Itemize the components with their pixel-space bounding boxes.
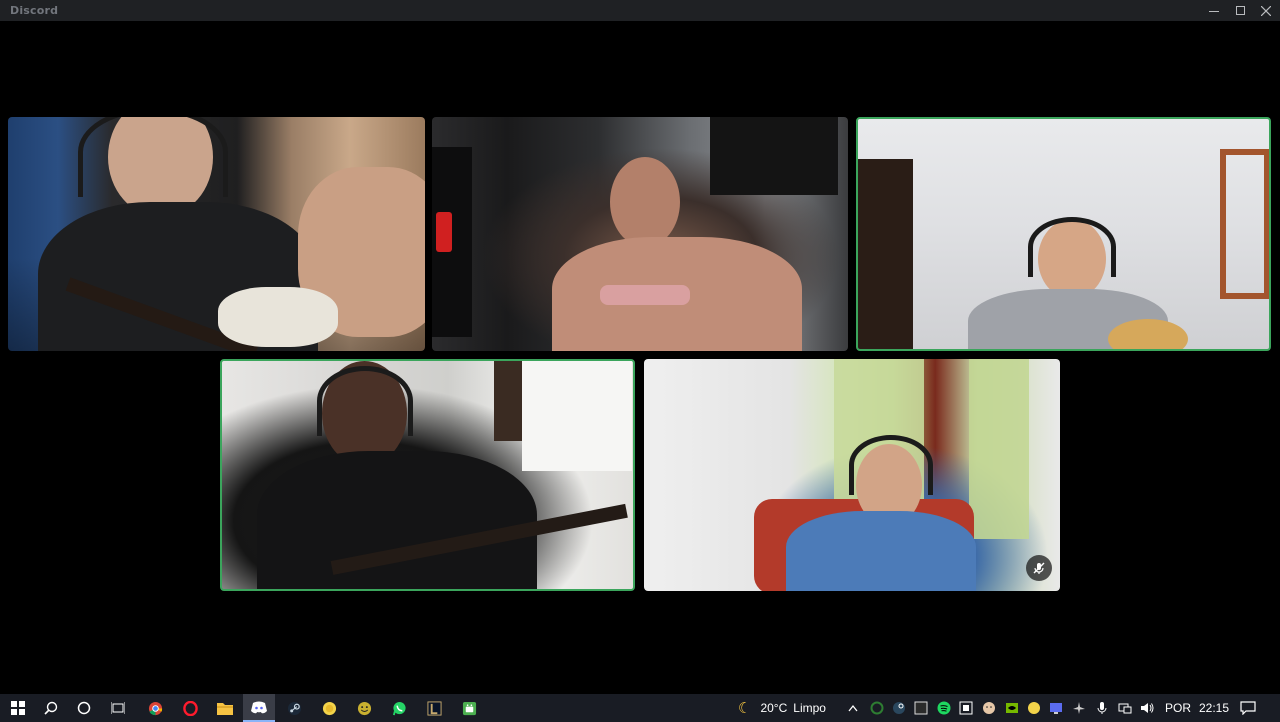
android-icon: [462, 701, 476, 715]
nvidia-ring-icon[interactable]: [870, 701, 884, 715]
taskbar-android-app[interactable]: [453, 694, 485, 722]
weather-temperature: 20°C: [760, 701, 788, 715]
video-tile-2[interactable]: [432, 117, 848, 351]
taskbar-league-of-legends[interactable]: [418, 694, 450, 722]
league-icon: [426, 700, 442, 716]
video-tile-1[interactable]: [8, 117, 425, 351]
chevron-up-icon: [848, 704, 858, 712]
clock-time: 22:15: [1199, 701, 1230, 715]
taskbar-app-smiley[interactable]: [348, 694, 380, 722]
muted-badge: [1026, 555, 1052, 581]
taskbar-chrome[interactable]: [139, 694, 171, 722]
network-icon[interactable]: [1118, 701, 1132, 715]
language-indicator[interactable]: POR: [1165, 694, 1191, 722]
window-frame: [1220, 149, 1269, 299]
folder-icon: [217, 703, 233, 715]
maximize-icon: [1235, 6, 1245, 15]
search-icon: [44, 701, 58, 715]
search-button[interactable]: [35, 694, 67, 722]
task-view-icon: [111, 702, 125, 714]
windows-icon: [11, 701, 25, 715]
steam-icon: [287, 701, 301, 715]
headset-icon: [317, 366, 413, 436]
minimize-icon: [1209, 11, 1219, 12]
display-icon[interactable]: [1049, 701, 1063, 715]
airplane-icon[interactable]: [1072, 701, 1086, 715]
app-title: Discord: [10, 4, 59, 17]
mic-muted-icon: [1033, 562, 1045, 574]
volume-icon[interactable]: [1140, 701, 1154, 715]
moon-icon: ☾: [738, 700, 752, 717]
minimize-button[interactable]: [1200, 0, 1228, 21]
window-shutter: [710, 117, 838, 195]
taskbar-whatsapp[interactable]: [383, 694, 415, 722]
weather-description: Limpo: [793, 701, 826, 715]
nvidia-icon[interactable]: [1005, 701, 1019, 715]
weather-widget[interactable]: ☾ 20°C Limpo: [738, 694, 826, 722]
close-icon: [1261, 5, 1271, 16]
taskbar-file-explorer[interactable]: [209, 694, 241, 722]
participant-body: [786, 511, 976, 591]
participant-body: [257, 451, 537, 589]
spotify-icon[interactable]: [937, 701, 951, 715]
headset-icon: [1028, 217, 1116, 277]
smiley-tray-icon[interactable]: [1027, 701, 1041, 715]
participant-head: [610, 157, 680, 247]
language-label: POR: [1165, 701, 1192, 715]
discord-icon: [251, 701, 267, 713]
notification-icon: [1240, 701, 1256, 715]
headset-icon: [849, 435, 933, 495]
chrome-icon: [148, 701, 162, 715]
cortana-icon: [77, 701, 91, 715]
guitar-icon: [1108, 319, 1188, 349]
maximize-button[interactable]: [1226, 0, 1254, 21]
notifications-button[interactable]: [1240, 694, 1256, 722]
opera-icon: [182, 700, 198, 716]
taskbar: ☾ 20°C Limpo POR 22:15: [0, 694, 1280, 722]
whatsapp-icon: [392, 701, 406, 715]
door: [858, 159, 913, 349]
network-app-icon[interactable]: [959, 701, 973, 715]
close-button[interactable]: [1252, 0, 1280, 21]
taskbar-opera[interactable]: [174, 694, 206, 722]
microphone-icon: [600, 285, 690, 305]
curtain: [522, 361, 632, 471]
clock[interactable]: 22:15: [1199, 694, 1229, 722]
video-tile-5[interactable]: [644, 359, 1060, 591]
face-app-icon[interactable]: [982, 701, 996, 715]
title-bar: Discord: [0, 0, 1280, 21]
start-button[interactable]: [2, 694, 34, 722]
taskbar-discord[interactable]: [243, 694, 275, 722]
pickguard: [218, 287, 338, 347]
taskbar-app-yellow[interactable]: [313, 694, 345, 722]
video-tile-3[interactable]: [856, 117, 1271, 351]
microphone-tray-icon[interactable]: [1095, 701, 1109, 715]
show-hidden-icons-button[interactable]: [848, 694, 858, 722]
coin-icon: [322, 701, 336, 715]
steam-tray-icon[interactable]: [892, 701, 906, 715]
cortana-button[interactable]: [68, 694, 100, 722]
task-view-button[interactable]: [102, 694, 134, 722]
curtain-right: [969, 359, 1029, 539]
video-tile-4[interactable]: [220, 359, 635, 591]
pc-light: [436, 212, 452, 252]
epic-games-icon[interactable]: [914, 701, 928, 715]
headset-icon: [78, 117, 228, 197]
smiley-icon: [357, 701, 371, 715]
taskbar-steam[interactable]: [278, 694, 310, 722]
